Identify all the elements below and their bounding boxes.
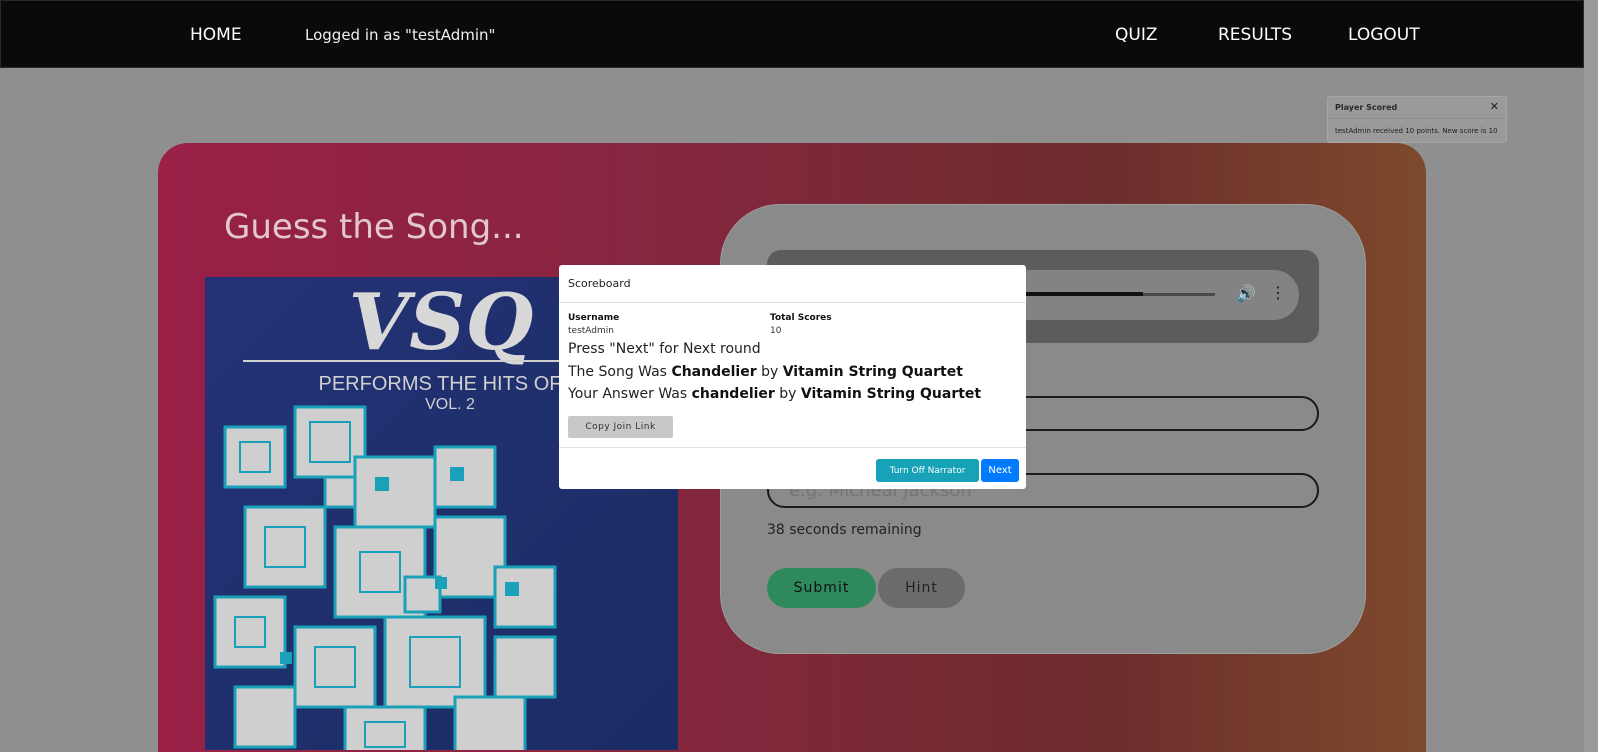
next-round-instruction: Press "Next" for Next round [568,341,761,357]
nav-home-link[interactable]: HOME [190,25,242,45]
song-artist: Vitamin String Quartet [782,364,963,380]
copy-join-link-button[interactable]: Copy Join Link [568,416,673,438]
nav-quiz-link[interactable]: QUIZ [1115,25,1157,45]
answer-title: chandelier [691,386,775,402]
column-header-username: Username [568,313,620,323]
turn-off-narrator-button[interactable]: Turn Off Narrator [876,459,979,482]
toast-title: Player Scored [1335,103,1398,112]
album-line2: VOL. 2 [425,396,475,413]
toast-header: Player Scored ✕ [1328,97,1506,119]
modal-footer-divider [559,447,1026,448]
answer-by: by [779,386,797,402]
hint-button[interactable]: Hint [878,568,965,608]
your-answer-line: Your Answer Was chandelier by Vitamin St… [568,386,981,402]
score-row-score: 10 [770,326,782,336]
answer-artist: Vitamin String Quartet [800,386,982,402]
nav-results-link[interactable]: RESULTS [1218,25,1292,45]
volume-icon[interactable]: 🔊 [1236,284,1256,303]
top-navbar: HOME Logged in as "testAdmin" QUIZ RESUL… [0,0,1584,68]
toast-body: testAdmin received 10 points. New score … [1335,127,1498,135]
scoreboard-modal: Scoreboard Username Total Scores testAdm… [559,265,1026,489]
score-row-username: testAdmin [568,326,614,336]
next-button[interactable]: Next [981,459,1019,482]
answer-prefix: Your Answer Was [568,386,688,402]
song-by: by [761,364,779,380]
correct-song-line: The Song Was Chandelier by Vitamin Strin… [568,364,963,380]
page-scrollbar[interactable] [1584,0,1598,752]
logged-in-label: Logged in as "testAdmin" [305,26,496,44]
audio-progress-fill [1020,292,1143,296]
column-header-total-scores: Total Scores [770,313,832,323]
score-toast: Player Scored ✕ testAdmin received 10 po… [1327,96,1507,143]
more-options-icon[interactable]: ⋮ [1270,283,1286,302]
modal-header: Scoreboard [559,265,1026,303]
album-brand: VSQ [349,277,534,368]
time-remaining: 38 seconds remaining [767,522,922,538]
song-title: Chandelier [671,364,757,380]
submit-button[interactable]: Submit [767,568,876,608]
close-icon[interactable]: ✕ [1490,100,1499,113]
modal-title: Scoreboard [568,277,631,290]
quiz-title: Guess the Song... [224,207,524,247]
song-prefix: The Song Was [568,364,667,380]
nav-logout-link[interactable]: LOGOUT [1348,25,1420,45]
